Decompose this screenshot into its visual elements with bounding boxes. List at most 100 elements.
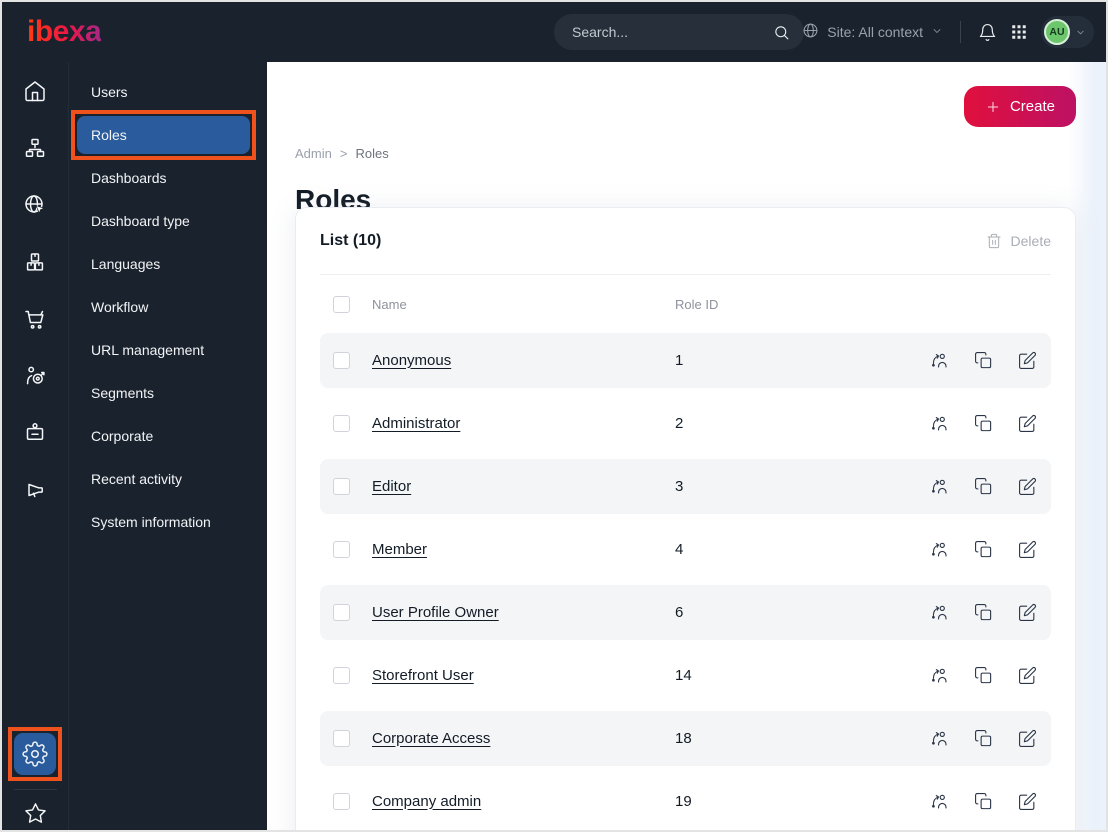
role-name-link[interactable]: Anonymous — [372, 352, 451, 369]
assign-users-icon[interactable] — [930, 666, 949, 685]
site-context-selector[interactable]: Site: All context — [802, 22, 943, 42]
sidebar-item-label: Roles — [91, 127, 127, 143]
create-button[interactable]: Create — [963, 86, 1076, 127]
role-name-link[interactable]: Storefront User — [372, 667, 474, 684]
assign-users-icon[interactable] — [930, 414, 949, 433]
sidebar-item-corporate[interactable]: Corporate — [77, 417, 250, 455]
topbar-right: Site: All context AU — [802, 2, 1094, 62]
edit-icon[interactable] — [1018, 729, 1037, 748]
sidebar-item-recent-activity[interactable]: Recent activity — [77, 460, 250, 498]
create-button-label: Create — [1009, 98, 1055, 115]
role-name-link[interactable]: Administrator — [372, 415, 460, 432]
table-row: Corporate Access 18 — [320, 711, 1051, 766]
avatar[interactable]: AU — [1044, 19, 1070, 45]
star-icon[interactable] — [24, 802, 47, 825]
table-row: Editor 3 — [320, 459, 1051, 514]
assign-users-icon[interactable] — [930, 351, 949, 370]
home-icon[interactable] — [23, 79, 47, 103]
assign-users-icon[interactable] — [930, 477, 949, 496]
delete-button[interactable]: Delete — [986, 233, 1051, 249]
personalization-icon[interactable] — [23, 364, 47, 388]
row-checkbox[interactable] — [333, 604, 350, 621]
rail-divider — [13, 789, 57, 790]
role-name-link[interactable]: Company admin — [372, 793, 481, 810]
assign-users-icon[interactable] — [930, 540, 949, 559]
role-id-value: 6 — [675, 604, 684, 621]
edit-icon[interactable] — [1018, 351, 1037, 370]
sidebar-item-label: System information — [91, 514, 211, 530]
megaphone-icon[interactable] — [23, 478, 47, 502]
copy-icon[interactable] — [974, 603, 993, 622]
user-menu[interactable]: AU — [1041, 16, 1094, 48]
role-id-value: 19 — [675, 793, 692, 810]
chevron-down-icon — [1075, 27, 1086, 38]
assign-users-icon[interactable] — [930, 729, 949, 748]
sidebar-item-languages[interactable]: Languages — [77, 245, 250, 283]
edit-icon[interactable] — [1018, 666, 1037, 685]
role-id-value: 2 — [675, 415, 684, 432]
sidebar-item-label: URL management — [91, 342, 205, 358]
roles-list-card: List (10) Delete Name Role ID Anonymous … — [295, 207, 1076, 830]
copy-icon[interactable] — [974, 477, 993, 496]
copy-icon[interactable] — [974, 540, 993, 559]
icon-rail — [2, 62, 69, 830]
edit-icon[interactable] — [1018, 477, 1037, 496]
sidebar-item-url-management[interactable]: URL management — [77, 331, 250, 369]
edit-icon[interactable] — [1018, 540, 1037, 559]
copy-icon[interactable] — [974, 729, 993, 748]
role-name-link[interactable]: Member — [372, 541, 427, 558]
topbar: ibexa Site: All context — [2, 2, 1106, 62]
notifications-bell-icon[interactable] — [978, 23, 997, 42]
sidebar-item-label: Corporate — [91, 428, 154, 444]
delete-button-label: Delete — [1010, 233, 1051, 249]
globe-icon — [802, 22, 819, 42]
sidebar-item-label: Languages — [91, 256, 161, 272]
copy-icon[interactable] — [974, 792, 993, 811]
product-boxes-icon[interactable] — [23, 250, 47, 274]
table-row: Company admin 19 — [320, 774, 1051, 829]
column-header-role-id: Role ID — [675, 296, 719, 312]
edit-icon[interactable] — [1018, 603, 1037, 622]
admin-settings-nav[interactable] — [8, 727, 62, 781]
role-name-link[interactable]: Corporate Access — [372, 730, 490, 747]
assign-users-icon[interactable] — [930, 792, 949, 811]
role-name-link[interactable]: User Profile Owner — [372, 604, 499, 621]
edit-icon[interactable] — [1018, 792, 1037, 811]
cart-icon[interactable] — [23, 307, 47, 331]
row-checkbox[interactable] — [333, 415, 350, 432]
row-checkbox[interactable] — [333, 730, 350, 747]
row-checkbox[interactable] — [333, 667, 350, 684]
customer-badge-icon[interactable] — [23, 421, 47, 445]
sidebar-item-users[interactable]: Users — [77, 73, 250, 111]
page-title: Roles — [295, 184, 372, 215]
global-search[interactable] — [554, 14, 804, 50]
column-header-name: Name — [372, 296, 407, 312]
copy-icon[interactable] — [974, 414, 993, 433]
row-checkbox[interactable] — [333, 793, 350, 810]
sidebar-item-dashboard-type[interactable]: Dashboard type — [77, 202, 250, 240]
sidebar-item-label: Recent activity — [91, 471, 183, 487]
sidebar-item-workflow[interactable]: Workflow — [77, 288, 250, 326]
copy-icon[interactable] — [974, 351, 993, 370]
row-checkbox[interactable] — [333, 352, 350, 369]
row-checkbox[interactable] — [333, 478, 350, 495]
sidebar-item-label: Dashboard type — [91, 213, 190, 229]
search-input[interactable] — [572, 24, 773, 40]
site-globe-icon[interactable] — [23, 193, 47, 217]
sidebar-item-roles[interactable]: Roles — [71, 110, 256, 160]
role-name-link[interactable]: Editor — [372, 478, 411, 495]
sidebar-item-dashboards[interactable]: Dashboards — [77, 159, 250, 197]
sidebar-item-system-information[interactable]: System information — [77, 503, 250, 541]
copy-icon[interactable] — [974, 666, 993, 685]
table-row: Storefront User 14 — [320, 648, 1051, 703]
list-title: List (10) — [320, 232, 382, 249]
content-tree-icon[interactable] — [23, 136, 47, 160]
select-all-checkbox[interactable] — [333, 295, 350, 313]
sidebar-item-segments[interactable]: Segments — [77, 374, 250, 412]
app-grid-icon[interactable] — [1010, 23, 1028, 41]
search-icon[interactable] — [773, 24, 790, 41]
edit-icon[interactable] — [1018, 414, 1037, 433]
row-checkbox[interactable] — [333, 541, 350, 558]
table-header: Name Role ID — [320, 275, 1051, 333]
assign-users-icon[interactable] — [930, 603, 949, 622]
